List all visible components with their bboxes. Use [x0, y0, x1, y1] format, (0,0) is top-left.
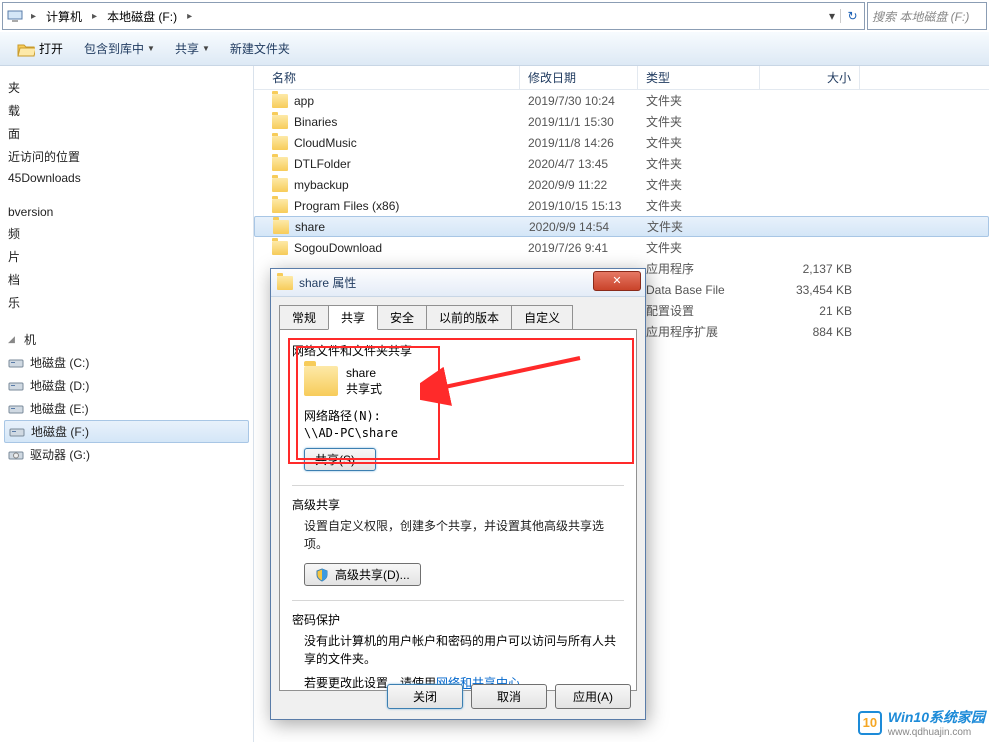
sidebar-item[interactable]: 45Downloads	[0, 168, 253, 188]
sidebar-item[interactable]: 载	[0, 99, 253, 122]
tab-共享[interactable]: 共享	[328, 305, 378, 330]
new-folder-button[interactable]: 新建文件夹	[222, 38, 298, 59]
file-row[interactable]: app2019/7/30 10:24文件夹	[254, 90, 989, 111]
toolbar: 打开 包含到库中▼ 共享▼ 新建文件夹	[0, 32, 989, 66]
share-button[interactable]: 共享(S)...	[304, 448, 376, 471]
file-row[interactable]: DTLFolder2020/4/7 13:45文件夹	[254, 153, 989, 174]
open-folder-icon	[17, 40, 35, 58]
drive-icon	[8, 379, 24, 393]
share-folder-status: 共享式	[346, 381, 382, 397]
folder-icon	[272, 115, 288, 129]
tab-安全[interactable]: 安全	[377, 305, 427, 329]
file-row[interactable]: Program Files (x86)2019/10/15 15:13文件夹	[254, 195, 989, 216]
address-bar[interactable]: ▸ 计算机 ▸ 本地磁盘 (F:) ▸ ▾ ↻	[2, 2, 865, 30]
dropdown-icon: ▼	[202, 44, 210, 53]
tab-strip: 常规共享安全以前的版本自定义	[271, 297, 645, 329]
sidebar-item[interactable]: 夹	[0, 76, 253, 99]
dropdown-icon: ▼	[147, 44, 155, 53]
folder-icon	[272, 241, 288, 255]
folder-icon	[272, 94, 288, 108]
sidebar: 夹载面近访问的位置45Downloads bversion频片档乐 ◢机 地磁盘…	[0, 66, 254, 742]
folder-icon	[272, 157, 288, 171]
annotation-red-box-inner	[296, 346, 440, 460]
sidebar-item[interactable]: 近访问的位置	[0, 145, 253, 168]
tab-body-share: 网络文件和文件夹共享 share 共享式 网络路径(N): \\AD-PC\sh…	[279, 329, 637, 691]
folder-icon	[277, 276, 293, 290]
drive-icon	[8, 402, 24, 416]
drive-icon	[8, 448, 24, 462]
file-header: 名称 修改日期 类型 大小	[254, 66, 989, 90]
col-name[interactable]: 名称	[254, 66, 520, 89]
file-row[interactable]: Binaries2019/11/1 15:30文件夹	[254, 111, 989, 132]
drive-icon	[8, 356, 24, 370]
include-library-button[interactable]: 包含到库中▼	[76, 38, 163, 59]
sidebar-item[interactable]: 乐	[0, 291, 253, 314]
refresh-icon[interactable]: ↻	[840, 9, 864, 23]
watermark: 10 Win10系统家园 www.qdhuajin.com	[858, 707, 985, 738]
sidebar-item[interactable]: 面	[0, 122, 253, 145]
col-size[interactable]: 大小	[760, 66, 860, 89]
advanced-share-desc: 设置自定义权限，创建多个共享，并设置其他高级共享选项。	[304, 517, 624, 553]
file-row[interactable]: SogouDownload2019/7/26 9:41文件夹	[254, 237, 989, 258]
folder-icon	[272, 178, 288, 192]
chevron-right-icon: ▸	[27, 11, 40, 22]
tab-自定义[interactable]: 自定义	[511, 305, 573, 329]
computer-icon	[7, 8, 23, 24]
drive-icon	[9, 425, 25, 439]
dialog-titlebar[interactable]: share 属性 ✕	[271, 269, 645, 297]
sidebar-drive[interactable]: 地磁盘 (E:)	[0, 397, 253, 420]
watermark-line2: www.qdhuajin.com	[888, 727, 985, 738]
folder-icon	[273, 220, 289, 234]
properties-dialog: share 属性 ✕ 常规共享安全以前的版本自定义 网络文件和文件夹共享 sha…	[270, 268, 646, 720]
breadcrumb-drive[interactable]: 本地磁盘 (F:)	[101, 6, 183, 27]
network-share-label: 网络文件和文件夹共享	[292, 342, 624, 359]
search-input[interactable]: 搜索 本地磁盘 (F:)	[867, 2, 987, 30]
file-row[interactable]: share2020/9/9 14:54文件夹	[254, 216, 989, 237]
sidebar-drive[interactable]: 地磁盘 (D:)	[0, 374, 253, 397]
file-row[interactable]: CloudMusic2019/11/8 14:26文件夹	[254, 132, 989, 153]
watermark-line1: Win10系统家园	[888, 707, 985, 727]
folder-icon	[272, 136, 288, 150]
folder-icon	[272, 199, 288, 213]
dialog-title: share 属性	[299, 274, 593, 291]
share-with-button[interactable]: 共享▼	[167, 38, 218, 59]
dialog-cancel-button[interactable]: 取消	[471, 684, 547, 709]
share-folder-name: share	[346, 365, 382, 381]
sidebar-item[interactable]: 片	[0, 245, 253, 268]
open-button[interactable]: 打开	[8, 37, 72, 61]
file-row[interactable]: mybackup2020/9/9 11:22文件夹	[254, 174, 989, 195]
dialog-close-button[interactable]: 关闭	[387, 684, 463, 709]
sidebar-drive[interactable]: 驱动器 (G:)	[0, 443, 253, 466]
chevron-right-icon: ▸	[88, 11, 101, 22]
breadcrumb-computer[interactable]: 计算机	[40, 6, 88, 27]
shield-icon	[315, 568, 329, 582]
chevron-right-icon: ▸	[183, 11, 196, 22]
sidebar-drive[interactable]: 地磁盘 (F:)	[4, 420, 249, 443]
sidebar-computer[interactable]: ◢机	[0, 328, 253, 351]
share-folder-icon	[304, 366, 338, 396]
dialog-apply-button[interactable]: 应用(A)	[555, 684, 631, 709]
advanced-share-label: 高级共享	[292, 496, 624, 513]
address-dropdown-icon[interactable]: ▾	[824, 9, 840, 23]
network-path-value: \\AD-PC\share	[304, 426, 624, 440]
tab-以前的版本[interactable]: 以前的版本	[426, 305, 512, 329]
advanced-share-button[interactable]: 高级共享(D)...	[304, 563, 421, 586]
password-protect-desc1: 没有此计算机的用户帐户和密码的用户可以访问与所有人共享的文件夹。	[304, 632, 624, 668]
col-date[interactable]: 修改日期	[520, 66, 638, 89]
password-protect-label: 密码保护	[292, 611, 624, 628]
network-path-label: 网络路径(N):	[304, 407, 624, 424]
sidebar-item[interactable]: bversion	[0, 202, 253, 222]
watermark-logo: 10	[858, 711, 882, 735]
col-type[interactable]: 类型	[638, 66, 760, 89]
tab-常规[interactable]: 常规	[279, 305, 329, 329]
sidebar-item[interactable]: 频	[0, 222, 253, 245]
sidebar-item[interactable]: 档	[0, 268, 253, 291]
close-button[interactable]: ✕	[593, 271, 641, 291]
search-placeholder: 搜索 本地磁盘 (F:)	[872, 8, 969, 25]
sidebar-drive[interactable]: 地磁盘 (C:)	[0, 351, 253, 374]
